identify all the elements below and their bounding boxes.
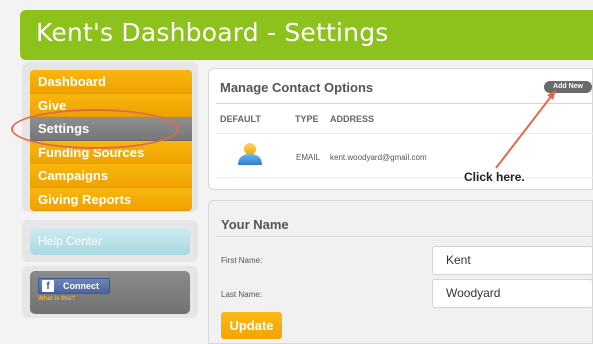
click-here-annotation: Click here. (464, 170, 525, 184)
facebook-connect-button[interactable]: f Connect (38, 278, 110, 294)
page-title: Kent's Dashboard - Settings (36, 18, 389, 47)
sidebar-item-settings[interactable]: Settings (30, 117, 192, 141)
sidebar-item-campaigns[interactable]: Campaigns (30, 164, 192, 188)
your-name-title: Your Name (221, 217, 289, 232)
facebook-connect-label: Connect (63, 281, 99, 291)
contact-options-title: Manage Contact Options (220, 80, 374, 95)
column-header-default: DEFAULT (220, 114, 261, 124)
contact-address: kent.woodyard@gmail.com (330, 153, 427, 162)
last-name-field[interactable]: Woodyard (432, 279, 593, 308)
sidebar-nav: Dashboard Give Settings Funding Sources … (30, 70, 192, 211)
sidebar-item-giving-reports[interactable]: Giving Reports (30, 187, 192, 211)
first-name-label: First Name: (221, 256, 263, 265)
facebook-icon: f (42, 280, 54, 292)
sidebar-item-funding-sources[interactable]: Funding Sources (30, 140, 192, 164)
contact-type: EMAIL (296, 153, 321, 162)
what-is-this-link[interactable]: What is this? (38, 296, 75, 302)
update-button[interactable]: Update (221, 312, 282, 339)
last-name-label: Last Name: (221, 290, 262, 299)
arrow-annotation (495, 90, 556, 169)
help-center-button[interactable]: Help Center (30, 228, 190, 255)
sidebar-item-give[interactable]: Give (30, 93, 192, 117)
page-header: Kent's Dashboard - Settings (20, 10, 593, 60)
divider (216, 236, 593, 237)
column-header-type: TYPE (295, 114, 319, 124)
divider (216, 177, 593, 178)
user-icon (238, 143, 262, 165)
first-name-field[interactable]: Kent (432, 246, 593, 275)
column-header-address: ADDRESS (330, 114, 375, 124)
sidebar-item-dashboard[interactable]: Dashboard (30, 70, 192, 94)
